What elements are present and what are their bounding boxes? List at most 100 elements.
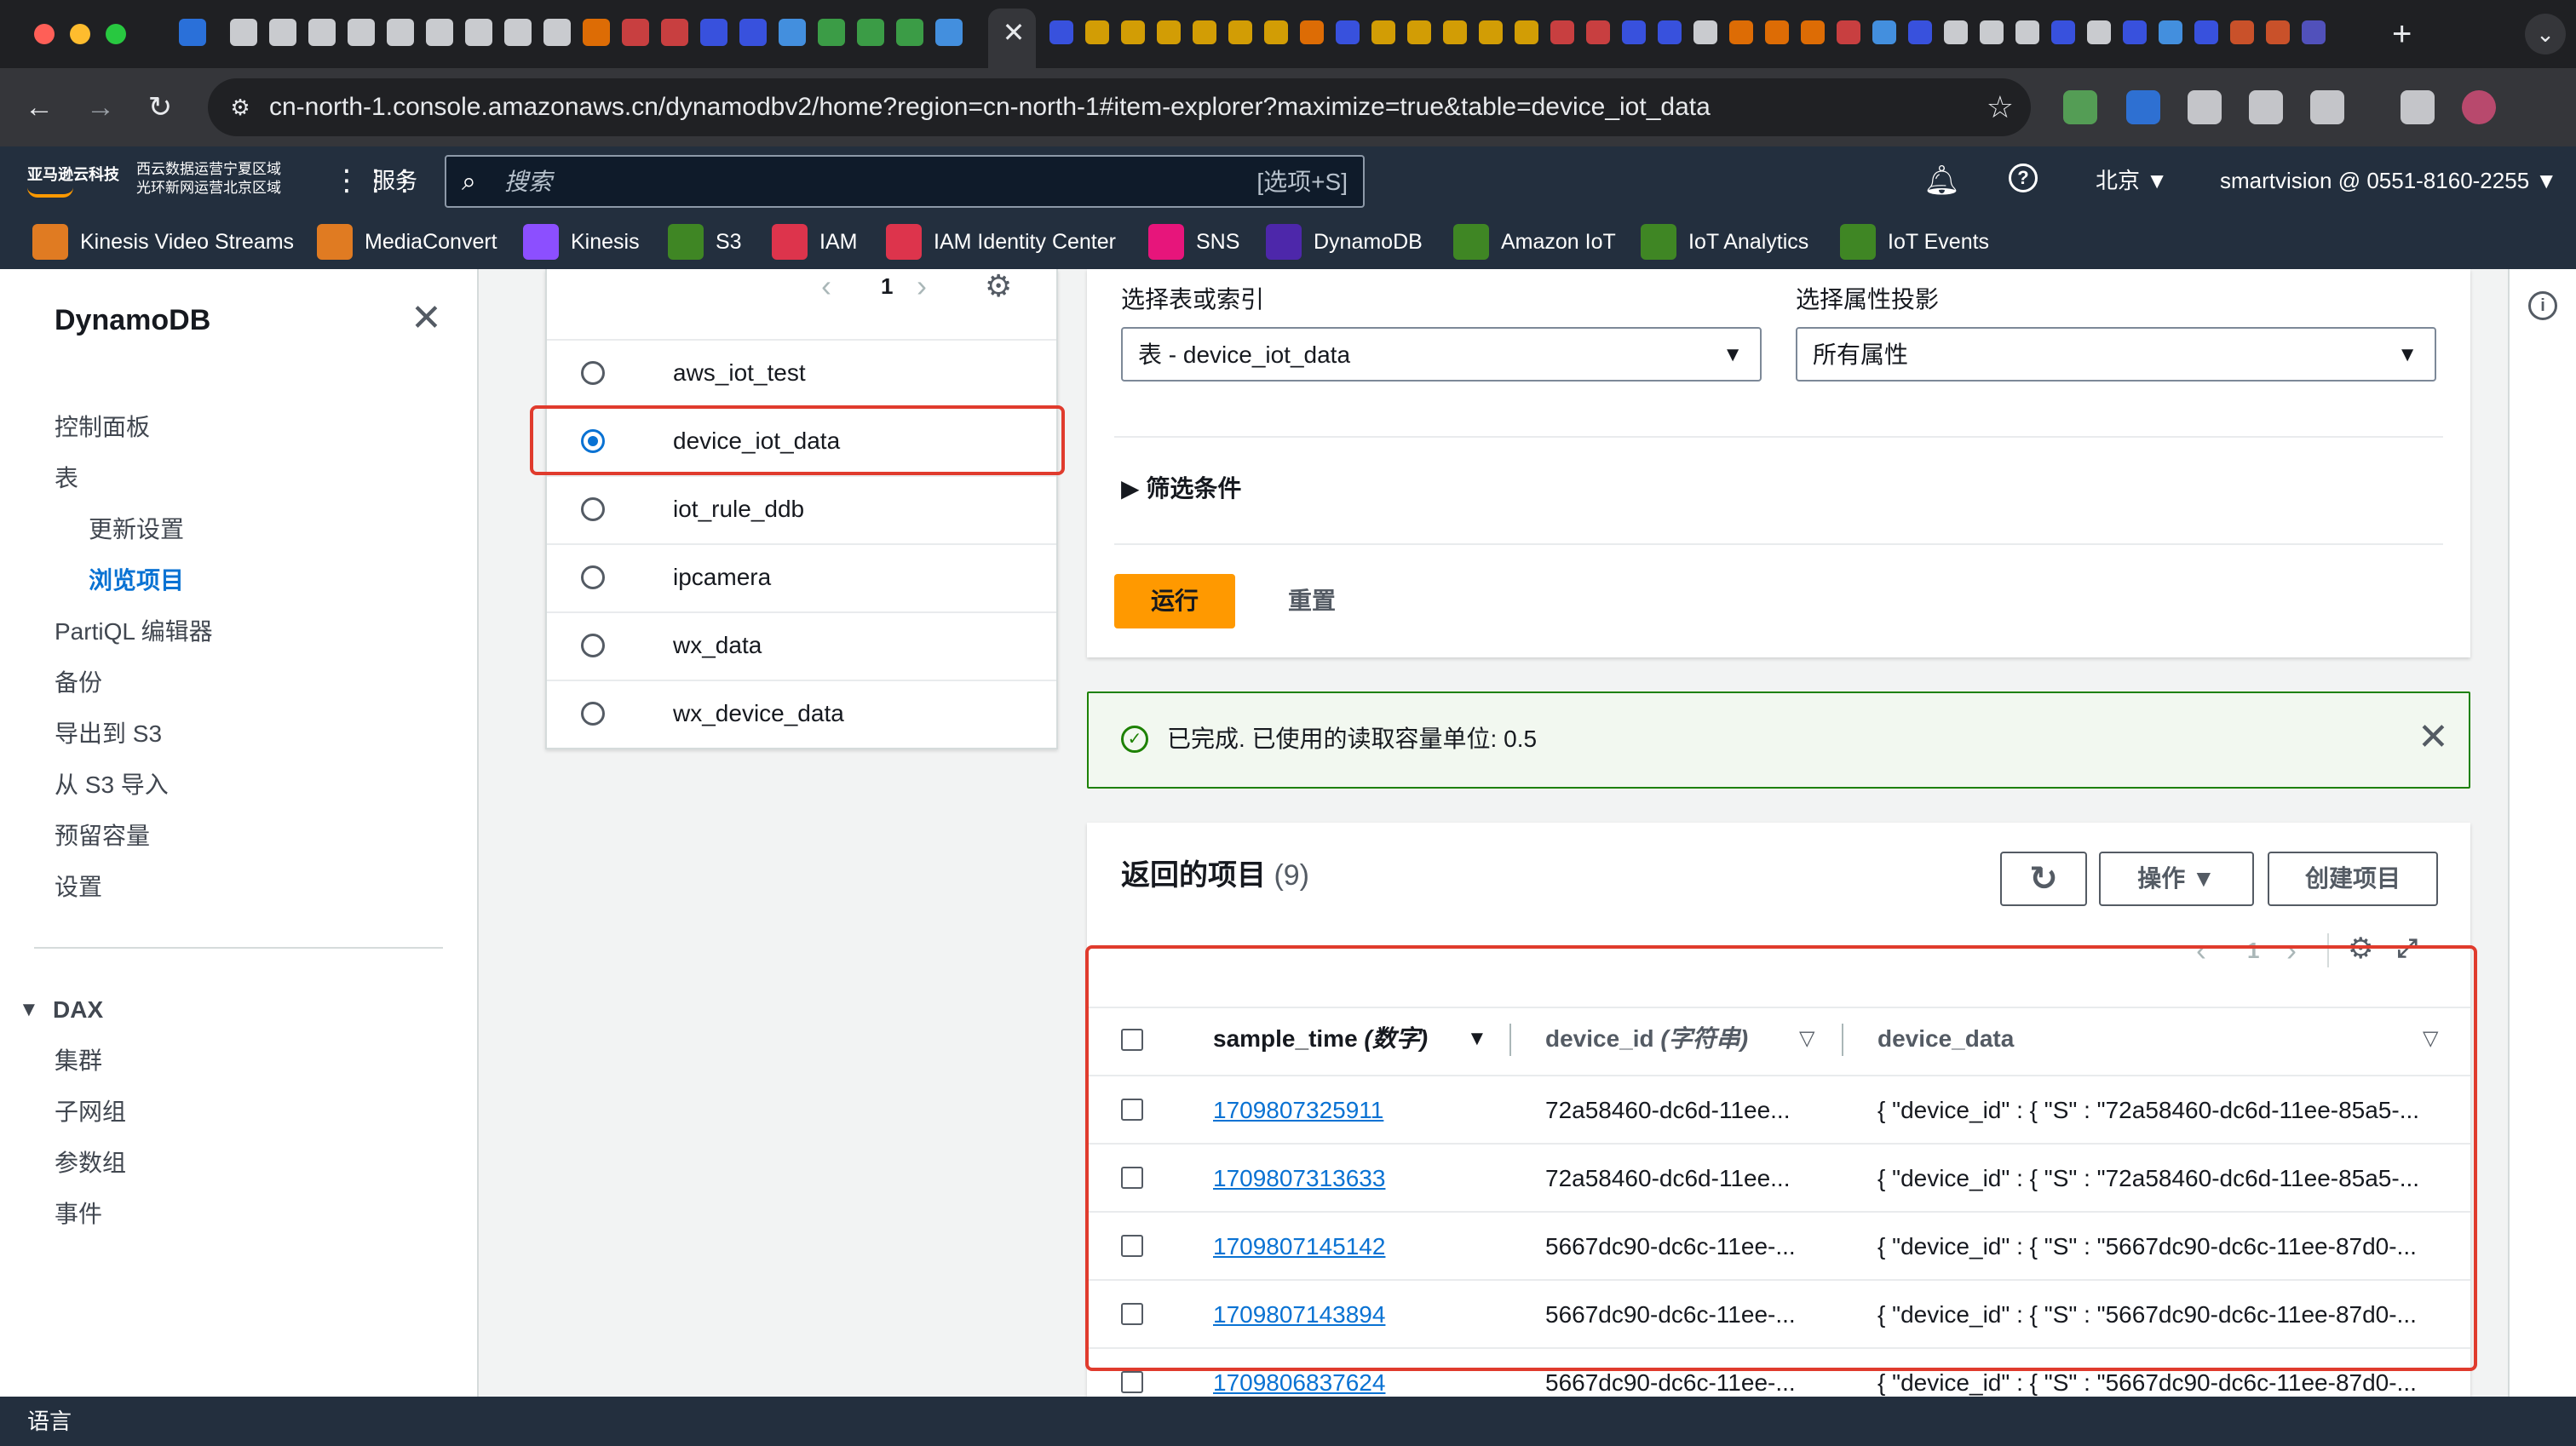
tab-favicon-icon[interactable]: [348, 19, 375, 46]
tab-favicon-icon[interactable]: [2123, 20, 2147, 44]
table-list-item[interactable]: wx_device_data: [547, 680, 1056, 748]
current-page-number[interactable]: 1: [881, 271, 893, 301]
tab-favicon-icon[interactable]: [1049, 20, 1073, 44]
favorite-service-link[interactable]: IAM: [772, 223, 857, 261]
reload-button[interactable]: ↻: [140, 87, 181, 128]
tab-favicon-icon[interactable]: [2015, 20, 2039, 44]
tab-favicon-icon[interactable]: [622, 19, 649, 46]
table-radio-button[interactable]: [581, 497, 605, 521]
tab-favicon-icon[interactable]: [230, 19, 257, 46]
favorite-service-link[interactable]: Kinesis Video Streams: [32, 223, 294, 261]
tab-favicon-icon[interactable]: [1228, 20, 1252, 44]
tab-favicon-icon[interactable]: [1944, 20, 1968, 44]
tab-favicon-icon[interactable]: [2159, 20, 2182, 44]
account-menu[interactable]: smartvision @ 0551-8160-2255 ▼: [2220, 165, 2557, 196]
tab-favicon-icon[interactable]: [661, 19, 688, 46]
window-close-button[interactable]: [34, 24, 55, 44]
sample-time-link[interactable]: 1709806837624: [1213, 1368, 1385, 1397]
tab-favicon-icon[interactable]: [1085, 20, 1109, 44]
nav-item-tables[interactable]: 表: [55, 463, 78, 494]
tab-favicon-icon[interactable]: [1550, 20, 1574, 44]
tab-favicon-icon[interactable]: [1336, 20, 1360, 44]
services-menu-label[interactable]: 服务: [373, 165, 417, 196]
nav-item-events[interactable]: 事件: [55, 1199, 102, 1230]
projection-select[interactable]: 所有属性 ▼: [1796, 327, 2436, 382]
tab-favicon-icon[interactable]: [1264, 20, 1288, 44]
back-button[interactable]: ←: [19, 87, 60, 128]
tab-favicon-icon[interactable]: [1479, 20, 1503, 44]
tab-favicon-icon[interactable]: [1515, 20, 1538, 44]
nav-item-export-s3[interactable]: 导出到 S3: [55, 719, 162, 749]
extension-icon[interactable]: [2188, 90, 2222, 124]
tab-favicon-icon[interactable]: [1371, 20, 1395, 44]
nav-item-backups[interactable]: 备份: [55, 668, 102, 698]
favorite-service-link[interactable]: MediaConvert: [317, 223, 497, 261]
table-list-item[interactable]: wx_data: [547, 611, 1056, 680]
extension-icon[interactable]: [2401, 90, 2435, 124]
tab-favicon-icon[interactable]: [1121, 20, 1145, 44]
region-selector[interactable]: 北京 ▼: [2096, 165, 2168, 196]
table-radio-button[interactable]: [581, 565, 605, 589]
reset-button[interactable]: 重置: [1288, 574, 1336, 628]
tab-favicon-icon[interactable]: [2266, 20, 2290, 44]
table-radio-button[interactable]: [581, 702, 605, 726]
table-select[interactable]: 表 - device_iot_data ▼: [1121, 327, 1762, 382]
table-list-item[interactable]: aws_iot_test: [547, 339, 1056, 407]
tab-favicon-icon[interactable]: [2087, 20, 2111, 44]
console-search-input[interactable]: ⌕ 搜索 [选项+S]: [445, 155, 1365, 208]
table-list-item[interactable]: iot_rule_ddb: [547, 475, 1056, 543]
tab-favicon-icon[interactable]: [1443, 20, 1467, 44]
tab-favicon-icon[interactable]: [739, 19, 767, 46]
tab-favicon-icon[interactable]: [269, 19, 296, 46]
search-placeholder[interactable]: 搜索: [504, 167, 552, 198]
table-radio-button[interactable]: [581, 361, 605, 385]
language-selector[interactable]: 语言: [27, 1407, 72, 1436]
favorite-service-link[interactable]: S3: [668, 223, 742, 261]
tab-favicon-icon[interactable]: [818, 19, 845, 46]
caret-down-icon[interactable]: ▼: [19, 995, 39, 1025]
favorite-service-link[interactable]: DynamoDB: [1266, 223, 1423, 261]
favorite-service-link[interactable]: IAM Identity Center: [886, 223, 1116, 261]
tab-favicon-icon[interactable]: [1801, 20, 1825, 44]
tab-favicon-icon[interactable]: [1837, 20, 1860, 44]
run-button[interactable]: 运行: [1114, 574, 1235, 628]
favorite-service-link[interactable]: IoT Events: [1840, 223, 1989, 261]
row-checkbox[interactable]: [1121, 1371, 1143, 1393]
tab-favicon-icon[interactable]: [700, 19, 727, 46]
bookmark-star-icon[interactable]: ☆: [1987, 89, 2014, 126]
tab-favicon-icon[interactable]: [1193, 20, 1216, 44]
favorite-service-link[interactable]: Kinesis: [523, 223, 640, 261]
tab-favicon-icon[interactable]: [387, 19, 414, 46]
tab-favicon-icon[interactable]: [2302, 20, 2326, 44]
tab-close-icon[interactable]: ✕: [1002, 15, 1026, 49]
create-item-button[interactable]: 创建项目: [2268, 852, 2438, 906]
nav-item-update-settings[interactable]: 更新设置: [89, 514, 184, 545]
favorite-service-link[interactable]: Amazon IoT: [1453, 223, 1616, 261]
new-tab-button[interactable]: +: [2392, 14, 2412, 55]
previous-page-icon[interactable]: ‹: [821, 269, 831, 303]
tab-favicon-icon[interactable]: [857, 19, 884, 46]
tab-favicon-icon[interactable]: [779, 19, 806, 46]
nav-item-settings[interactable]: 设置: [55, 872, 102, 903]
notifications-bell-icon[interactable]: 🔔︎: [1923, 164, 1960, 198]
favorite-service-link[interactable]: SNS: [1148, 223, 1239, 261]
tab-search-button[interactable]: ⌄: [2525, 14, 2566, 55]
tab-favicon-icon[interactable]: [935, 19, 963, 46]
tab-favicon-icon[interactable]: [2230, 20, 2254, 44]
extension-icon[interactable]: [2249, 90, 2283, 124]
window-zoom-button[interactable]: [106, 24, 126, 44]
aws-logo[interactable]: 亚马逊云科技: [27, 165, 119, 184]
actions-button[interactable]: 操作 ▼: [2099, 852, 2254, 906]
gear-icon[interactable]: ⚙: [985, 269, 1012, 303]
tab-favicon-icon[interactable]: [1622, 20, 1646, 44]
tab-favicon-icon[interactable]: [1658, 20, 1682, 44]
info-icon[interactable]: i: [2528, 291, 2557, 320]
tab-favicon-icon[interactable]: [1300, 20, 1324, 44]
nav-item-parameter-groups[interactable]: 参数组: [55, 1148, 126, 1179]
tab-favicon-icon[interactable]: [504, 19, 532, 46]
tab-favicon-icon[interactable]: [583, 19, 610, 46]
site-info-icon[interactable]: ⚙: [223, 90, 257, 124]
nav-item-explore-items[interactable]: 浏览项目: [89, 565, 184, 596]
tab-favicon-icon[interactable]: [465, 19, 492, 46]
tab-favicon-icon[interactable]: [1407, 20, 1431, 44]
